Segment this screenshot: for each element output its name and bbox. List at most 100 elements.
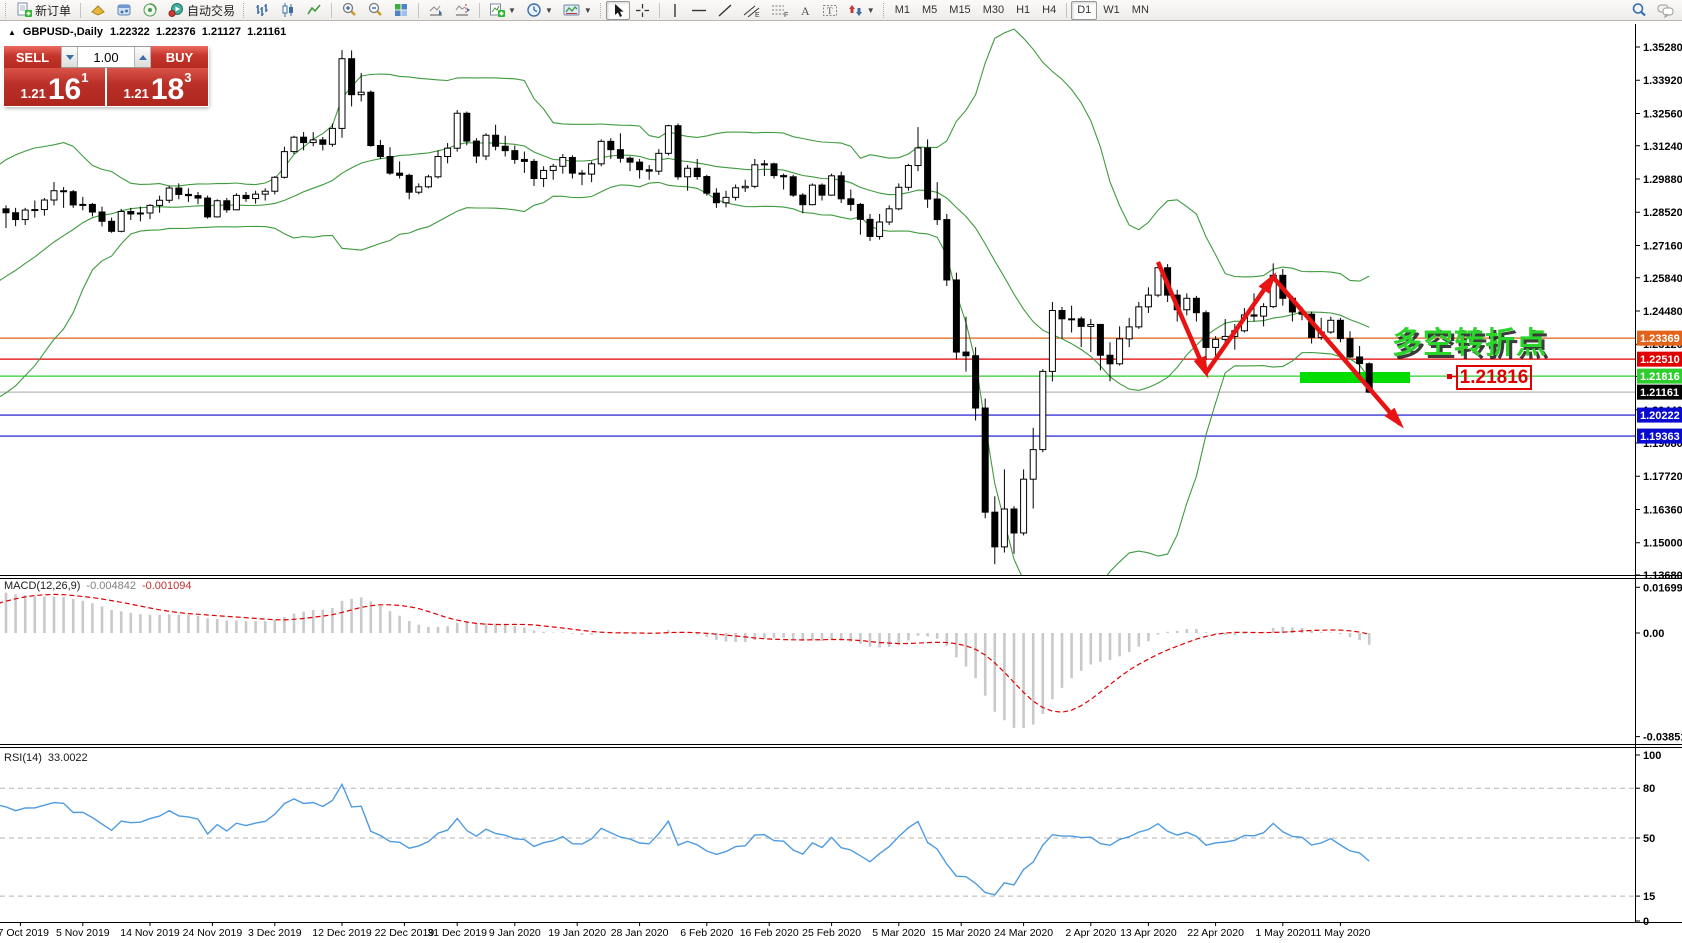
- rsi-indicator-label: RSI(14) 33.0022: [4, 752, 88, 764]
- sell-price-pip: 1: [81, 70, 88, 85]
- autotrading-icon: [168, 2, 184, 18]
- svg-text:100: 100: [1643, 750, 1661, 762]
- text-label-icon: T: [822, 3, 838, 18]
- timeframe-mn-button[interactable]: MN: [1126, 1, 1155, 20]
- volume-increase-button[interactable]: [134, 47, 151, 67]
- search-icon: [1631, 2, 1647, 18]
- main-panel[interactable]: [0, 29, 1635, 598]
- vertical-line-tool-button[interactable]: [664, 1, 686, 20]
- data-window-button[interactable]: [111, 1, 137, 20]
- trendline-tool-button[interactable]: [712, 1, 738, 20]
- svg-text:1.31240: 1.31240: [1643, 141, 1682, 153]
- arrow-objects-icon: [848, 3, 864, 18]
- sell-price-button[interactable]: 1.21 16 1: [4, 68, 105, 106]
- rsi-value: 33.0022: [48, 752, 88, 764]
- new-chart-icon: [489, 2, 505, 18]
- bar-chart-icon: [254, 2, 270, 18]
- new-order-button[interactable]: 新订单: [11, 1, 76, 20]
- buy-price-small: 1.21: [124, 86, 149, 101]
- turning-point-annotation[interactable]: 多空转折点: [1392, 318, 1547, 362]
- price-tag-annotation[interactable]: 1.21816: [1456, 365, 1532, 390]
- horizontal-line-tool-button[interactable]: [686, 1, 712, 20]
- rsi-panel[interactable]: [0, 784, 1635, 896]
- toolbar-grip: [243, 3, 246, 18]
- chart-shift-button[interactable]: [449, 1, 475, 20]
- sell-price-small: 1.21: [21, 86, 46, 101]
- timeframe-h1-button[interactable]: H1: [1010, 1, 1036, 20]
- line-chart-button[interactable]: [301, 1, 327, 20]
- svg-text:1.13680: 1.13680: [1643, 570, 1682, 582]
- date-label: 16 Feb 2020: [740, 927, 799, 939]
- svg-text:A: A: [801, 4, 810, 18]
- timeframe-w1-button[interactable]: W1: [1097, 1, 1126, 20]
- macd-panel[interactable]: [0, 593, 1369, 728]
- crosshair-tool-button[interactable]: [630, 1, 655, 20]
- navigator-icon: [142, 2, 158, 18]
- new-chart-button[interactable]: ▼: [484, 1, 521, 20]
- time-axis[interactable]: 27 Oct 20195 Nov 201914 Nov 201924 Nov 2…: [0, 924, 1635, 942]
- sell-button[interactable]: SELL: [4, 46, 61, 68]
- svg-text:1.33920: 1.33920: [1643, 75, 1682, 87]
- templates-button[interactable]: ▼: [558, 1, 597, 20]
- search-button[interactable]: [1626, 1, 1652, 20]
- fibonacci-tool-button[interactable]: F: [766, 1, 794, 20]
- svg-text:1.29880: 1.29880: [1643, 174, 1682, 186]
- profiles-button[interactable]: ▼: [521, 1, 558, 20]
- text-label-tool-button[interactable]: T: [817, 1, 843, 20]
- date-label: 5 Mar 2020: [872, 927, 925, 939]
- tile-windows-button[interactable]: [388, 1, 414, 20]
- date-label: 11 May 2020: [1310, 927, 1370, 939]
- timeframe-h4-button[interactable]: H4: [1036, 1, 1062, 20]
- price-axis[interactable]: 1.352801.339201.325601.312401.298801.285…: [1635, 42, 1682, 928]
- market-watch-button[interactable]: [85, 1, 111, 20]
- new-order-label: 新订单: [35, 2, 71, 19]
- trend-arrows-annotation[interactable]: [1158, 262, 1404, 429]
- svg-text:1.21161: 1.21161: [1640, 387, 1679, 399]
- svg-text:T: T: [827, 6, 833, 16]
- text-tool-button[interactable]: A: [794, 1, 817, 20]
- bar-chart-button[interactable]: [249, 1, 275, 20]
- buy-price-button[interactable]: 1.21 18 3: [107, 68, 208, 106]
- candlestick-button[interactable]: [275, 1, 301, 20]
- chart-window[interactable]: 1.352801.339201.325601.312401.298801.285…: [0, 21, 1682, 943]
- dropdown-caret-icon: ▼: [545, 6, 553, 15]
- price-tag-anchor[interactable]: [1447, 374, 1452, 379]
- channel-tool-button[interactable]: E: [738, 1, 766, 20]
- svg-text:1.35280: 1.35280: [1643, 42, 1682, 54]
- chart-canvas[interactable]: 1.352801.339201.325601.312401.298801.285…: [0, 21, 1682, 943]
- date-label: 9 Jan 2020: [489, 927, 541, 939]
- timeframe-m5-button[interactable]: M5: [916, 1, 943, 20]
- market-watch-icon: [90, 2, 106, 18]
- volume-decrease-button[interactable]: [61, 47, 78, 67]
- svg-text:1.25840: 1.25840: [1643, 273, 1682, 285]
- chart-shift-icon: [454, 2, 470, 18]
- timeframe-m30-button[interactable]: M30: [977, 1, 1010, 20]
- svg-text:0.00: 0.00: [1643, 628, 1664, 640]
- dropdown-caret-icon: ▼: [584, 6, 592, 15]
- date-label: 22 Dec 2019: [375, 927, 435, 939]
- oneclick-collapse-icon[interactable]: ▲: [8, 28, 16, 37]
- autotrading-button[interactable]: 自动交易: [163, 1, 240, 20]
- svg-text:1.19363: 1.19363: [1640, 431, 1680, 443]
- timeframe-d1-button[interactable]: D1: [1071, 1, 1097, 20]
- toolbar-separator: [331, 3, 332, 18]
- candlestick-icon: [280, 2, 296, 18]
- buy-button[interactable]: BUY: [151, 46, 208, 68]
- cursor-tool-button[interactable]: [606, 1, 630, 20]
- date-label: 5 Nov 2019: [56, 927, 110, 939]
- auto-scroll-button[interactable]: [423, 1, 449, 20]
- zoom-out-button[interactable]: [362, 1, 388, 20]
- date-label: 12 Dec 2019: [312, 927, 372, 939]
- volume-input[interactable]: [78, 47, 134, 67]
- chat-button[interactable]: [1652, 1, 1680, 20]
- navigator-button[interactable]: [137, 1, 163, 20]
- macd-main-value: -0.004842: [86, 580, 136, 592]
- spinner-up-icon: [139, 55, 147, 60]
- timeframe-m15-button[interactable]: M15: [943, 1, 976, 20]
- svg-text:1.24480: 1.24480: [1643, 306, 1682, 318]
- timeframe-m1-button[interactable]: M1: [889, 1, 916, 20]
- macd-signal-line: [0, 594, 1369, 712]
- zoom-in-button[interactable]: [336, 1, 362, 20]
- date-label: 22 Apr 2020: [1187, 927, 1244, 939]
- arrows-tool-button[interactable]: ▼: [843, 1, 880, 20]
